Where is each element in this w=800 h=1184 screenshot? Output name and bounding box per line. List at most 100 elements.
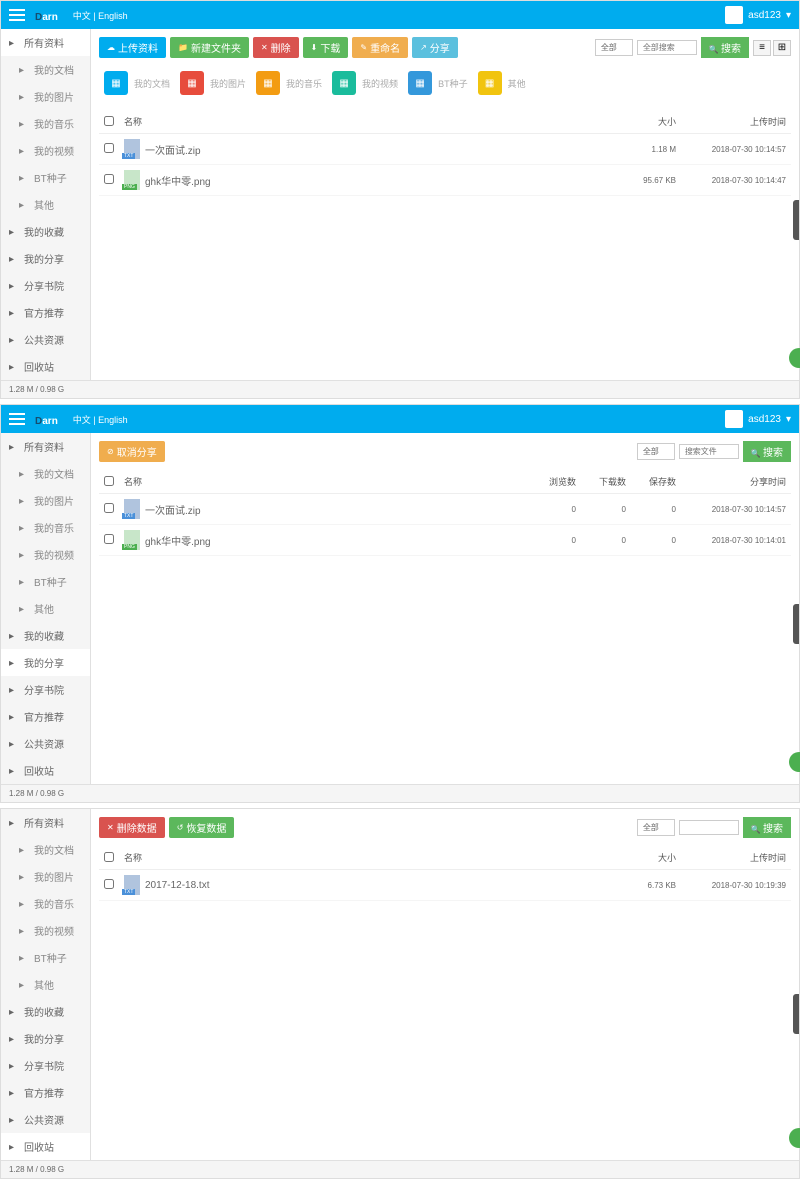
sidebar-item[interactable]: ▸我的图片 xyxy=(1,487,90,514)
sidebar-item[interactable]: ▸我的文档 xyxy=(1,56,90,83)
category[interactable]: ▦BT种子 xyxy=(408,71,468,95)
search-button[interactable]: 🔍 搜索 xyxy=(743,817,791,838)
sidebar-item[interactable]: ▸公共资源 xyxy=(1,1106,90,1133)
sidebar-item[interactable]: ▸我的分享 xyxy=(1,1025,90,1052)
category[interactable]: ▦我的图片 xyxy=(180,71,246,95)
rename-button[interactable]: ✎ 重命名 xyxy=(352,37,408,58)
scope-select[interactable]: 全部 xyxy=(595,39,633,56)
select-all[interactable] xyxy=(104,116,114,126)
sidebar-item[interactable]: ▸官方推荐 xyxy=(1,703,90,730)
sidebar-item[interactable]: ▸我的视频 xyxy=(1,917,90,944)
sidebar-item[interactable]: ▸我的文档 xyxy=(1,460,90,487)
grid-view-button[interactable]: ⊞ xyxy=(773,40,791,56)
row-checkbox[interactable] xyxy=(104,174,114,184)
scrollbar[interactable] xyxy=(793,994,799,1034)
row-checkbox[interactable] xyxy=(104,879,114,889)
download-button[interactable]: ⬇ 下载 xyxy=(303,37,349,58)
delete-button[interactable]: ✕ 删除 xyxy=(253,37,299,58)
table-row[interactable]: 一次面试.zip0002018-07-30 10:14:57 xyxy=(99,494,791,525)
sidebar-item[interactable]: ▸回收站 xyxy=(1,353,90,380)
sidebar-item[interactable]: ▸我的视频 xyxy=(1,137,90,164)
sidebar-item[interactable]: ▸官方推荐 xyxy=(1,1079,90,1106)
search-input[interactable] xyxy=(679,820,739,835)
user-menu[interactable]: asd123 ▾ xyxy=(725,6,791,24)
col-downloads[interactable]: 下载数 xyxy=(581,470,631,494)
sidebar-item[interactable]: ▸我的音乐 xyxy=(1,514,90,541)
col-size[interactable]: 大小 xyxy=(611,846,681,870)
sidebar-item[interactable]: ▸其他 xyxy=(1,971,90,998)
upload-button[interactable]: ☁ 上传资料 xyxy=(99,37,166,58)
sidebar-item[interactable]: ▸BT种子 xyxy=(1,568,90,595)
col-name[interactable]: 名称 xyxy=(119,846,611,870)
newdir-button[interactable]: 📁 新建文件夹 xyxy=(170,37,249,58)
row-checkbox[interactable] xyxy=(104,503,114,513)
sidebar-item[interactable]: ▸BT种子 xyxy=(1,164,90,191)
sidebar-item[interactable]: ▸我的分享 xyxy=(1,245,90,272)
sidebar-item[interactable]: ▸我的音乐 xyxy=(1,110,90,137)
scrollbar[interactable] xyxy=(793,200,799,240)
col-saves[interactable]: 保存数 xyxy=(631,470,681,494)
sidebar-item[interactable]: ▸分享书院 xyxy=(1,272,90,299)
col-time[interactable]: 分享时间 xyxy=(681,470,791,494)
col-name[interactable]: 名称 xyxy=(119,110,611,134)
sidebar-item[interactable]: ▸所有资料 xyxy=(1,433,90,460)
sidebar-item[interactable]: ▸公共资源 xyxy=(1,730,90,757)
sidebar-item[interactable]: ▸其他 xyxy=(1,191,90,218)
cell: 0 xyxy=(631,525,681,556)
menu-icon[interactable] xyxy=(9,413,25,425)
sidebar-item[interactable]: ▸回收站 xyxy=(1,757,90,784)
search-input[interactable] xyxy=(637,40,697,55)
col-time[interactable]: 上传时间 xyxy=(681,110,791,134)
category[interactable]: ▦我的音乐 xyxy=(256,71,322,95)
sidebar-item[interactable]: ▸公共资源 xyxy=(1,326,90,353)
sidebar-item[interactable]: ▸官方推荐 xyxy=(1,299,90,326)
row-checkbox[interactable] xyxy=(104,534,114,544)
menu-icon[interactable] xyxy=(9,9,25,21)
sidebar-item[interactable]: ▸其他 xyxy=(1,595,90,622)
col-size[interactable]: 大小 xyxy=(611,110,681,134)
sidebar-item[interactable]: ▸所有资料 xyxy=(1,809,90,836)
sidebar-item[interactable]: ▸我的视频 xyxy=(1,541,90,568)
sidebar-item[interactable]: ▸我的图片 xyxy=(1,83,90,110)
col-time[interactable]: 上传时间 xyxy=(681,846,791,870)
sidebar-item[interactable]: ▸我的音乐 xyxy=(1,890,90,917)
share-button[interactable]: ↗ 分享 xyxy=(412,37,458,58)
lang-switch[interactable]: 中文 | English xyxy=(73,9,128,22)
sidebar-item[interactable]: ▸我的图片 xyxy=(1,863,90,890)
select-all[interactable] xyxy=(104,852,114,862)
sidebar-item[interactable]: ▸分享书院 xyxy=(1,1052,90,1079)
sidebar-item[interactable]: ▸我的收藏 xyxy=(1,218,90,245)
category[interactable]: ▦其他 xyxy=(478,71,526,95)
cancel-share-button[interactable]: ⊘ 取消分享 xyxy=(99,441,165,462)
search-input[interactable] xyxy=(679,444,739,459)
col-views[interactable]: 浏览数 xyxy=(531,470,581,494)
select-all[interactable] xyxy=(104,476,114,486)
sidebar-item[interactable]: ▸所有资料 xyxy=(1,29,90,56)
sidebar-item[interactable]: ▸我的文档 xyxy=(1,836,90,863)
row-checkbox[interactable] xyxy=(104,143,114,153)
restore-button[interactable]: ↺ 恢复数据 xyxy=(169,817,235,838)
sidebar-item[interactable]: ▸我的分享 xyxy=(1,649,90,676)
user-menu[interactable]: asd123 ▾ xyxy=(725,410,791,428)
scope-select[interactable]: 全部 xyxy=(637,819,675,836)
file-name: 一次面试.zip xyxy=(145,502,201,517)
col-name[interactable]: 名称 xyxy=(119,470,531,494)
scrollbar[interactable] xyxy=(793,604,799,644)
table-row[interactable]: ghk华中零.png95.67 KB2018-07-30 10:14:47 xyxy=(99,165,791,196)
search-button[interactable]: 🔍 搜索 xyxy=(743,441,791,462)
category[interactable]: ▦我的视频 xyxy=(332,71,398,95)
sidebar-item[interactable]: ▸BT种子 xyxy=(1,944,90,971)
category[interactable]: ▦我的文档 xyxy=(104,71,170,95)
scope-select[interactable]: 全部 xyxy=(637,443,675,460)
sidebar-item[interactable]: ▸我的收藏 xyxy=(1,622,90,649)
sidebar-item[interactable]: ▸分享书院 xyxy=(1,676,90,703)
delete-button[interactable]: ✕ 删除数据 xyxy=(99,817,165,838)
list-view-button[interactable]: ≡ xyxy=(753,40,771,56)
table-row[interactable]: ghk华中零.png0002018-07-30 10:14:01 xyxy=(99,525,791,556)
table-row[interactable]: 一次面试.zip1.18 M2018-07-30 10:14:57 xyxy=(99,134,791,165)
search-button[interactable]: 🔍 搜索 xyxy=(701,37,749,58)
lang-switch[interactable]: 中文 | English xyxy=(73,413,128,426)
sidebar-item[interactable]: ▸我的收藏 xyxy=(1,998,90,1025)
sidebar-item[interactable]: ▸回收站 xyxy=(1,1133,90,1160)
table-row[interactable]: 2017-12-18.txt6.73 KB2018-07-30 10:19:39 xyxy=(99,870,791,901)
